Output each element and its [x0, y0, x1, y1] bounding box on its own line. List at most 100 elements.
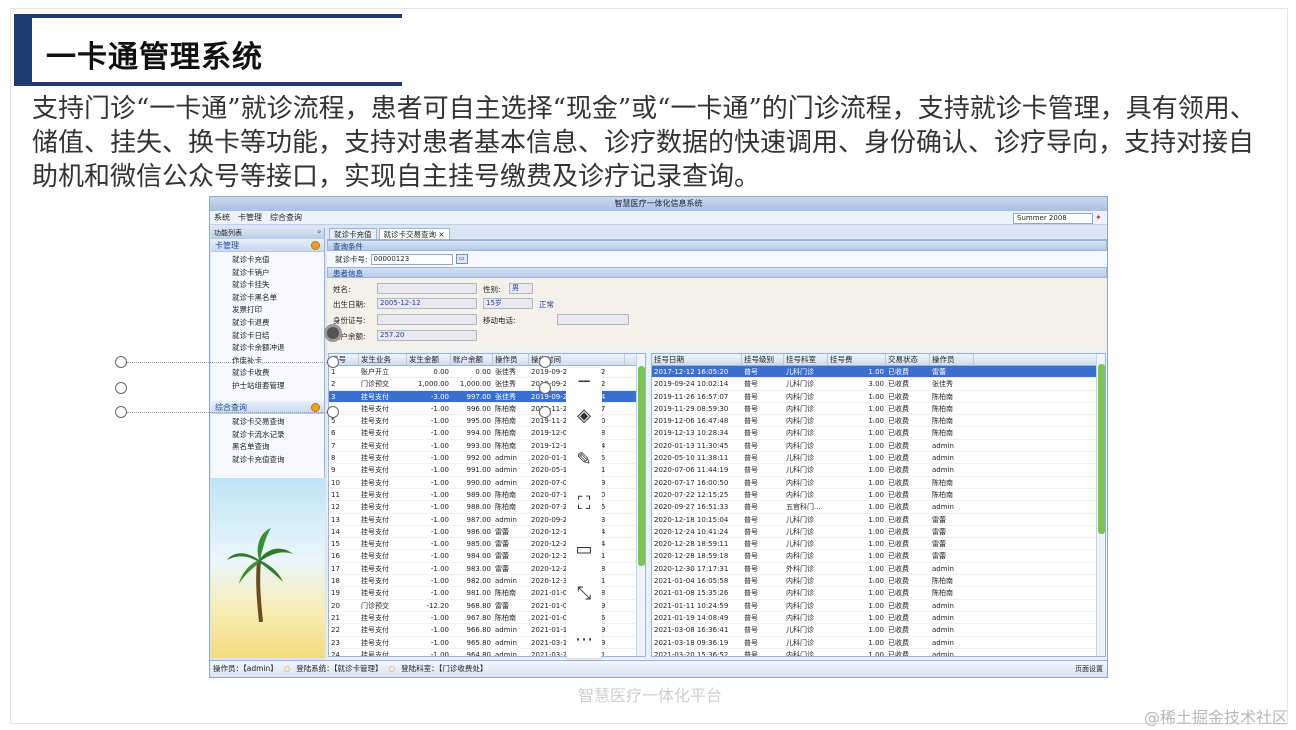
sidebar-query-items: 就诊卡交易查询 就诊卡流水记录 黑名单查询 就诊卡充值查询	[211, 414, 324, 466]
card-number-input[interactable]: 00000123	[370, 253, 453, 265]
table-row[interactable]: 2019-09-24 10:02:14 普号 儿科门诊 3.00 已收费 张佳秀	[652, 378, 1105, 391]
sidebar-item[interactable]: 就诊卡交易查询	[211, 416, 324, 429]
col-header[interactable]: 操作员	[930, 354, 974, 365]
col-header[interactable]: 发生业务	[359, 354, 407, 365]
col-header[interactable]: 发生金额	[407, 354, 451, 365]
table-row[interactable]: 2021-01-08 15:35:26 普号 内科门诊 1.00 已收费 陈柏南	[652, 587, 1105, 600]
table-cell: -1.00	[430, 429, 449, 438]
layers-icon[interactable]: ◈	[572, 404, 596, 428]
resize-handle[interactable]	[115, 382, 127, 394]
dob-label: 出生日期:	[333, 300, 366, 309]
table-row[interactable]: 2021-03-20 15:36:52 普号 内科门诊 1.00 已收费 admin	[652, 649, 1105, 656]
table-row[interactable]: 2021-03-08 16:36:41 普号 儿科门诊 1.00 已收费 admin	[652, 624, 1105, 637]
table-row[interactable]: 2021-01-19 14:08:49 普号 内科门诊 1.00 已收费 admin	[652, 612, 1105, 625]
table-row[interactable]: 2017-12-12 16:05:20 普号 儿科门诊 1.00 已收费 雷蕾	[652, 366, 1105, 379]
resize-handle[interactable]	[115, 356, 127, 368]
table-row[interactable]: 2020-07-17 16:00:50 普号 内科门诊 1.00 已收费 陈柏南	[652, 477, 1105, 489]
rotate-handle-icon[interactable]	[324, 324, 342, 342]
table-cell: 1.00	[868, 601, 884, 610]
menu-system[interactable]: 系统	[214, 212, 230, 223]
menu-card-manage[interactable]: 卡管理	[238, 212, 262, 223]
main-panel: 就诊卡充值 就诊卡交易查询 × 查询条件 就诊卡号: 00000123 ▭ 患者…	[327, 228, 1107, 660]
table-row[interactable]: 2019-11-29 08:59:30 普号 内科门诊 1.00 已收费 陈柏南	[652, 403, 1105, 416]
fill-icon[interactable]: ⛶	[572, 492, 596, 516]
dob-field: 2005-12-12	[377, 298, 477, 309]
scrollbar-thumb[interactable]	[1098, 364, 1105, 534]
sidebar-item[interactable]: 就诊卡余额冲退	[211, 342, 324, 355]
table-cell: 普号	[744, 601, 758, 610]
sidebar-item[interactable]: 就诊卡收费	[211, 367, 324, 380]
table-row[interactable]: 2021-01-11 10:24:59 普号 内科门诊 1.00 已收费 admin	[652, 600, 1105, 612]
table-row[interactable]: 2019-12-13 10:28:34 普号 内科门诊 1.00 已收费 陈柏南	[652, 427, 1105, 440]
sidebar-item[interactable]: 就诊卡挂失	[211, 279, 324, 292]
frame-icon[interactable]: ▭	[572, 538, 596, 562]
table-row[interactable]: 2020-12-24 10:41:24 普号 儿科门诊 1.00 已收费 雷蕾	[652, 526, 1105, 539]
col-header[interactable]: 挂号日期	[652, 354, 742, 365]
tab-card-recharge[interactable]: 就诊卡充值	[329, 228, 377, 239]
table-row[interactable]: 2021-03-18 09:36:19 普号 儿科门诊 1.00 已收费 admin	[652, 637, 1105, 649]
sidebar-item[interactable]: 就诊卡退费	[211, 317, 324, 330]
resize-handle[interactable]	[115, 406, 127, 418]
table-cell: 1.00	[868, 466, 884, 475]
resize-handle[interactable]	[539, 406, 551, 418]
collapse-icon[interactable]	[311, 403, 320, 412]
table-cell: 雷蕾	[932, 527, 946, 536]
table-row[interactable]: 2019-12-06 16:47:48 普号 内科门诊 1.00 已收费 陈柏南	[652, 415, 1105, 428]
scrollbar-thumb[interactable]	[638, 366, 645, 566]
col-header[interactable]: 挂号费	[828, 354, 886, 365]
menu-query[interactable]: 综合查询	[270, 212, 302, 223]
minus-icon[interactable]: −	[572, 370, 596, 394]
table-row[interactable]: 2020-12-30 17:17:31 普号 外科门诊 1.00 已收费 admin	[652, 563, 1105, 576]
table-row[interactable]: 2020-07-06 11:44:19 普号 儿科门诊 1.00 已收费 admin	[652, 464, 1105, 477]
sidebar-item[interactable]: 护士站组套管理	[211, 380, 324, 393]
col-header[interactable]: 交易状态	[886, 354, 930, 365]
resize-handle[interactable]	[539, 382, 551, 394]
table-cell: 内科门诊	[786, 392, 814, 401]
table-row[interactable]: 2021-01-04 16:05:58 普号 内科门诊 1.00 已收费 陈柏南	[652, 575, 1105, 588]
sidebar-item[interactable]: 就诊卡充值	[211, 254, 324, 267]
tab-card-transactions[interactable]: 就诊卡交易查询 ×	[378, 228, 450, 239]
resize-handle[interactable]	[327, 406, 339, 418]
table-cell: 2020-12-28 18:59:18	[654, 552, 729, 561]
table-row[interactable]: 2020-12-28 18:59:18 普号 内科门诊 1.00 已收费 雷蕾	[652, 550, 1105, 563]
pin-icon[interactable]: ᵖ	[318, 228, 321, 239]
sidebar-item[interactable]: 发票打印	[211, 304, 324, 317]
scrollbar[interactable]	[636, 354, 645, 656]
table-cell: -1.00	[430, 404, 449, 413]
theme-select[interactable]: Summer 2008	[1013, 213, 1093, 224]
theme-icon[interactable]: ✦	[1095, 213, 1103, 223]
resize-handle[interactable]	[539, 356, 551, 368]
sidebar-group-card[interactable]: 卡管理	[211, 239, 324, 252]
table-cell: -1.00	[430, 478, 449, 487]
crop-icon[interactable]: ⤡	[572, 582, 596, 606]
table-row[interactable]: 2020-09-27 16:51:33 普号 五官科门... 1.00 已收费 admin	[652, 501, 1105, 514]
table-row[interactable]: 2020-07-22 12:15:25 普号 内科门诊 1.00 已收费 陈柏南	[652, 489, 1105, 502]
scrollbar[interactable]	[1096, 354, 1105, 656]
col-header[interactable]: 操作员	[493, 354, 529, 365]
resize-handle[interactable]	[327, 356, 339, 368]
more-icon[interactable]: ⋯	[572, 628, 596, 652]
collapse-icon[interactable]	[311, 241, 320, 250]
sidebar-item[interactable]: 就诊卡流水记录	[211, 429, 324, 442]
sidebar-item[interactable]: 就诊卡黑名单	[211, 292, 324, 305]
table-cell: 2019-11-26 16:57:07	[654, 392, 729, 401]
page-settings-link[interactable]: 页面设置	[1075, 661, 1103, 677]
col-header[interactable]: 挂号级别	[742, 354, 784, 365]
table-cell: 普号	[744, 626, 758, 635]
id-label: 身份证号:	[333, 316, 366, 325]
table-cell: 1.00	[868, 552, 884, 561]
sidebar-item[interactable]: 就诊卡日结	[211, 330, 324, 343]
table-row[interactable]: 2020-01-13 11:30:45 普号 内科门诊 1.00 已收费 admin	[652, 440, 1105, 453]
sidebar-item[interactable]: 黑名单查询	[211, 441, 324, 454]
pen-icon[interactable]: ✎	[572, 448, 596, 472]
table-row[interactable]: 2020-05-10 11:38:11 普号 儿科门诊 1.00 已收费 admin	[652, 452, 1105, 465]
card-reader-button[interactable]: ▭	[455, 254, 468, 264]
sidebar-item[interactable]: 就诊卡充值查询	[211, 454, 324, 467]
table-row[interactable]: 2020-12-18 10:15:04 普号 儿科门诊 1.00 已收费 雷蕾	[652, 514, 1105, 526]
col-header[interactable]: 账户余额	[451, 354, 493, 365]
sidebar-item[interactable]: 就诊卡销户	[211, 267, 324, 280]
table-row[interactable]: 2020-12-28 18:59:11 普号 儿科门诊 1.00 已收费 雷蕾	[652, 538, 1105, 551]
registration-grid-header: 挂号日期 挂号级别 挂号科室 挂号费 交易状态 操作员	[652, 354, 1105, 366]
table-row[interactable]: 2019-11-26 16:57:07 普号 内科门诊 1.00 已收费 陈柏南	[652, 391, 1105, 403]
col-header[interactable]: 挂号科室	[784, 354, 828, 365]
